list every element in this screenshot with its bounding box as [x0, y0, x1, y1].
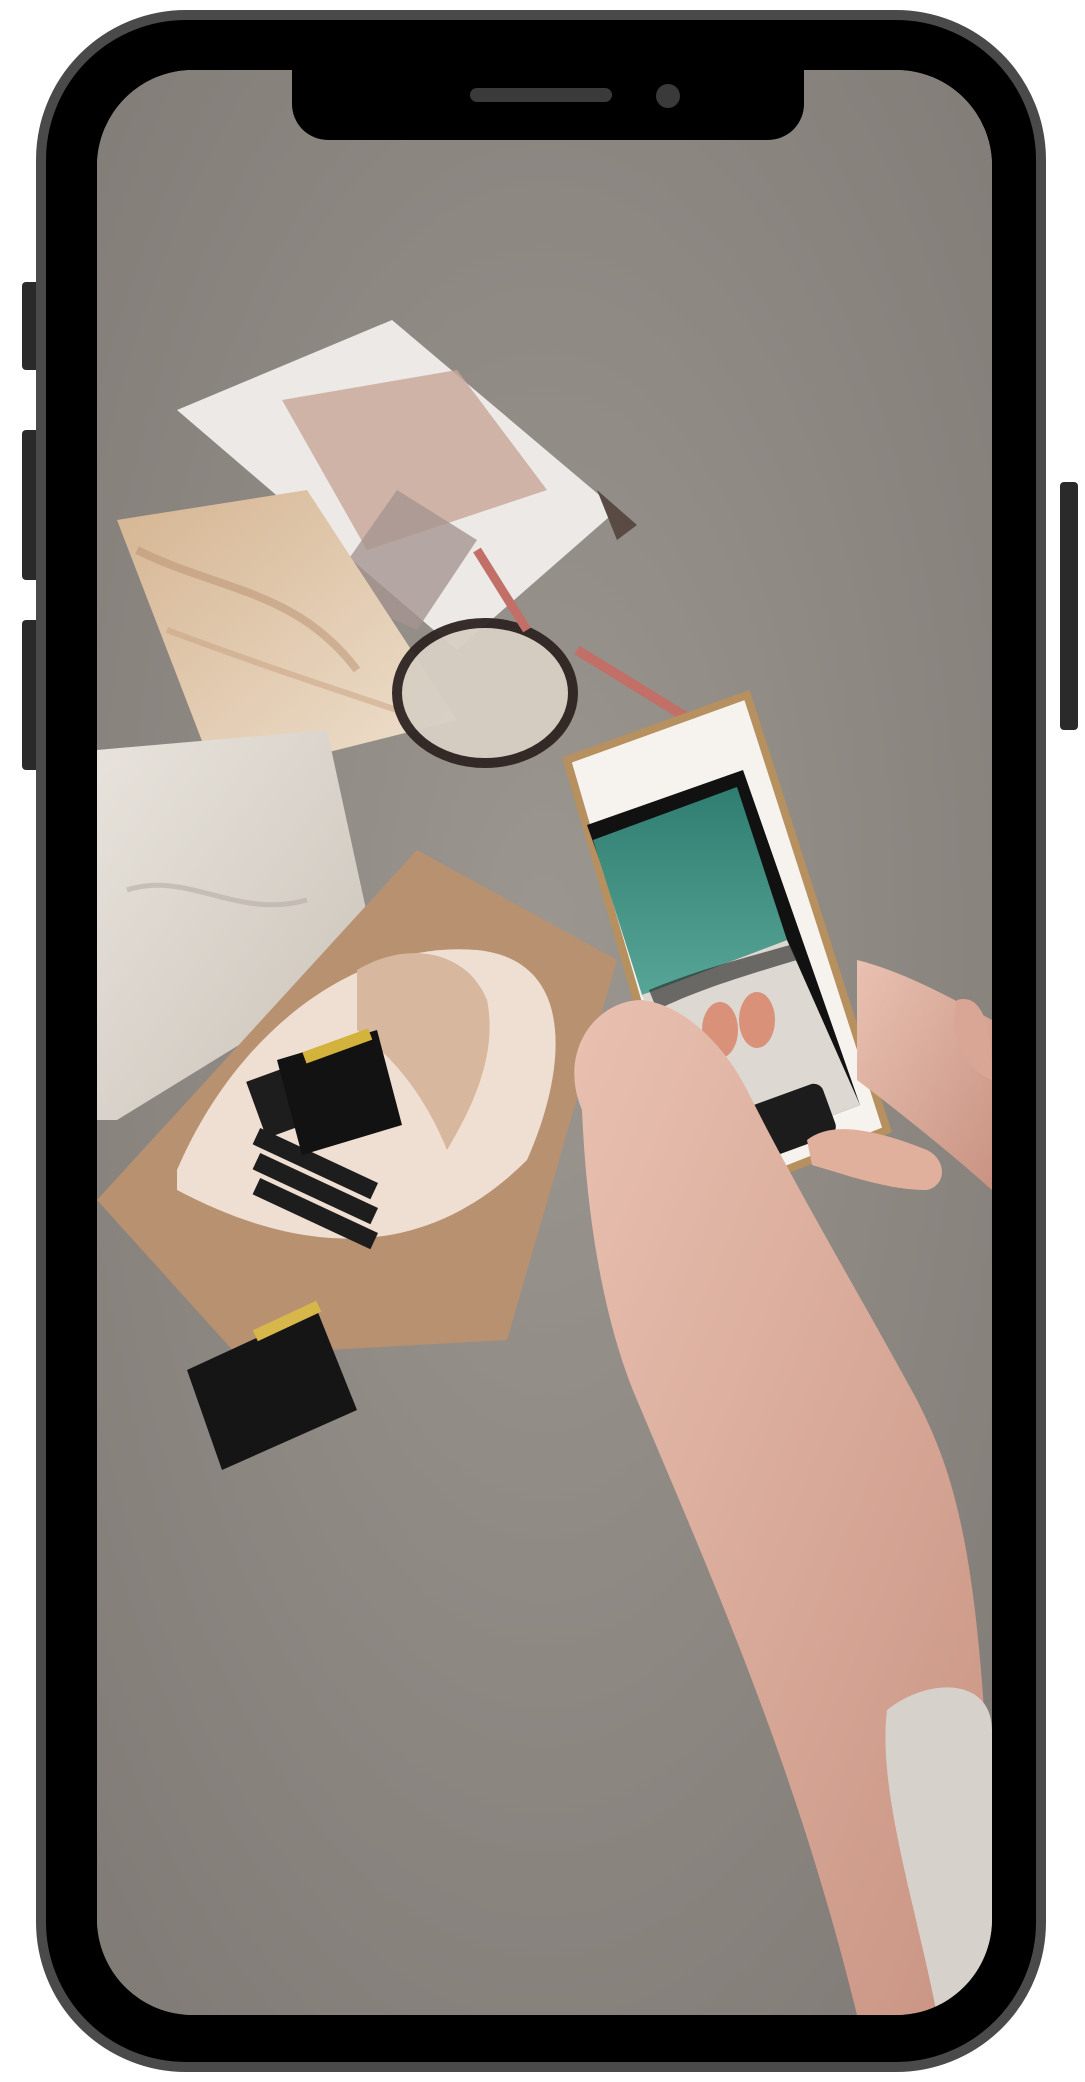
photo-screen — [97, 70, 992, 2015]
speaker-grille — [470, 88, 612, 102]
photo-illustration — [97, 70, 992, 2015]
front-camera — [656, 84, 680, 108]
notch — [292, 70, 804, 140]
phone-mockup — [0, 0, 1085, 2082]
power-button — [1060, 482, 1078, 730]
